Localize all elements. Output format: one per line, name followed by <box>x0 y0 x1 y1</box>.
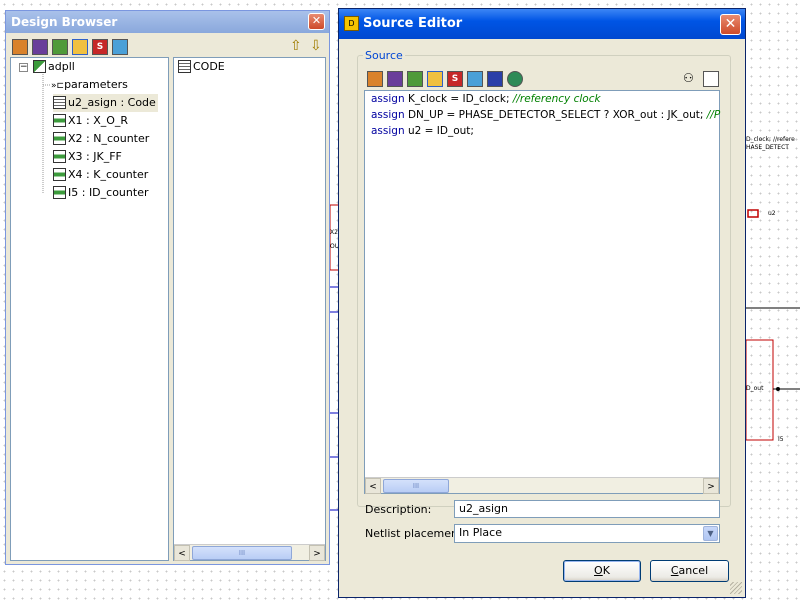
close-button[interactable]: ✕ <box>308 13 325 30</box>
tree-connector-lines <box>42 74 51 194</box>
source-group-label: Source <box>363 49 405 62</box>
design-browser-window: Design Browser ✕ S ⇧ ⇩ − adpll »⊏paramet… <box>5 10 330 565</box>
detail-item-code[interactable]: CODE <box>178 58 225 76</box>
design-browser-titlebar[interactable]: Design Browser <box>6 11 329 33</box>
resize-grip[interactable] <box>730 582 742 594</box>
scroll-right-button[interactable]: > <box>309 545 325 561</box>
chip-icon[interactable] <box>487 71 503 87</box>
schematic-label: D_clock; //refere <box>746 136 795 143</box>
hierarchy-icon[interactable] <box>12 39 28 55</box>
binoculars-icon[interactable]: ⚇ <box>683 71 694 85</box>
schematic-label: D_out <box>746 385 764 392</box>
document-icon[interactable] <box>427 71 443 87</box>
source-editor-titlebar[interactable]: Source Editor <box>339 9 745 39</box>
schematic-label: X2 <box>330 229 338 236</box>
schematic-label: I5 <box>778 436 784 443</box>
netlist-placement-label: Netlist placement: <box>365 527 467 540</box>
netlist-placement-select[interactable]: In Place ▼ <box>454 524 720 543</box>
code-line: assign DN_UP = PHASE_DETECTOR_SELECT ? X… <box>371 109 721 121</box>
schematic-junction <box>776 387 780 391</box>
window-title: Source Editor <box>363 16 463 31</box>
cancel-button[interactable]: Cancel <box>650 560 729 582</box>
ok-button[interactable]: OK <box>563 560 641 582</box>
window-title: Design Browser <box>11 15 118 29</box>
document-icon[interactable] <box>72 39 88 55</box>
code-line: assign K_clock = ID_clock; //referency c… <box>371 93 601 105</box>
scroll-right-button[interactable]: > <box>703 478 719 494</box>
move-down-icon[interactable]: ⇩ <box>310 38 322 54</box>
snowflake-icon[interactable] <box>112 39 128 55</box>
symbol-s-icon[interactable]: S <box>92 39 108 55</box>
description-input[interactable]: u2_asign <box>454 500 720 518</box>
symbol-s-icon[interactable]: S <box>447 71 463 87</box>
pencil-icon[interactable] <box>52 39 68 55</box>
code-line: assign u2 = ID_out; <box>371 125 474 137</box>
pencil-icon[interactable] <box>407 71 423 87</box>
schematic-label: HASE_DETECT <box>746 144 789 151</box>
hierarchy-icon[interactable] <box>367 71 383 87</box>
detail-pane[interactable]: CODE < III > <box>173 57 326 561</box>
move-up-icon[interactable]: ⇧ <box>290 38 302 54</box>
scroll-thumb[interactable]: III <box>192 546 292 560</box>
scroll-thumb[interactable]: III <box>383 479 449 493</box>
scroll-left-button[interactable]: < <box>174 545 190 561</box>
globe-icon[interactable] <box>507 71 523 87</box>
grid-icon[interactable] <box>387 71 403 87</box>
code-editor[interactable]: assign K_clock = ID_clock; //referency c… <box>364 90 720 494</box>
snowflake-icon[interactable] <box>467 71 483 87</box>
description-label: Description: <box>365 503 432 516</box>
grid-icon[interactable] <box>32 39 48 55</box>
hierarchy-tree[interactable]: − adpll »⊏parameters u2_asign : Code X1 … <box>10 57 169 561</box>
code-document-icon <box>178 60 191 73</box>
horizontal-scrollbar[interactable]: < III > <box>365 477 719 494</box>
netlist-placement-value: In Place <box>459 526 502 539</box>
app-icon: D <box>344 16 359 31</box>
scroll-left-button[interactable]: < <box>365 478 381 494</box>
export-icon[interactable] <box>703 71 719 87</box>
close-button[interactable]: ✕ <box>720 14 741 35</box>
horizontal-scrollbar[interactable]: < III > <box>174 544 325 561</box>
schematic-label: u2 <box>768 210 776 217</box>
chevron-down-icon[interactable]: ▼ <box>703 526 718 541</box>
schematic-port-u2 <box>747 209 759 218</box>
